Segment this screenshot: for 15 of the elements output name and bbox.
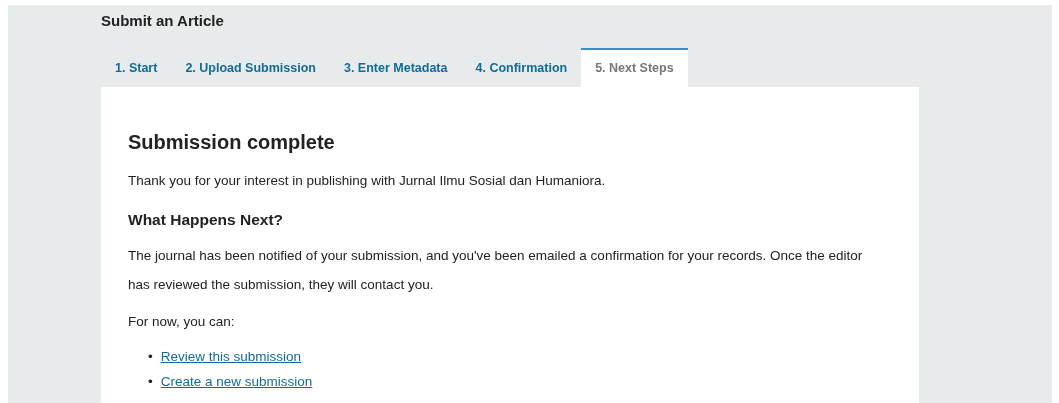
step-tab[interactable]: 3. Enter Metadata [329, 48, 462, 87]
next-heading: What Happens Next? [128, 211, 284, 229]
action-link[interactable]: Create a new submission [160, 369, 313, 394]
bullet-mark: • [148, 373, 153, 391]
action-link[interactable]: Review this submission [160, 344, 302, 369]
thank-you-text: Thank you for your interest in publishing with Jurnal Ilmu Sosial dan Humaniora. [128, 172, 607, 190]
step-tab[interactable]: 1. Start [101, 48, 172, 87]
bullet-mark: • [148, 348, 153, 366]
completion-heading: Submission complete [128, 131, 336, 154]
step-tab[interactable]: 5. Next Steps [581, 48, 688, 87]
notification-text: The journal has been notified of your submission, and you've been emailed a confirmation for your records. Once the editor has reviewed the submission, they will contact you. [128, 247, 863, 294]
options-text: For now, you can: [128, 313, 236, 331]
step-tab[interactable]: 2. Upload Submission [171, 48, 330, 87]
page-title: Submit an Article [101, 12, 225, 29]
step-tab[interactable]: 4. Confirmation [461, 48, 582, 87]
